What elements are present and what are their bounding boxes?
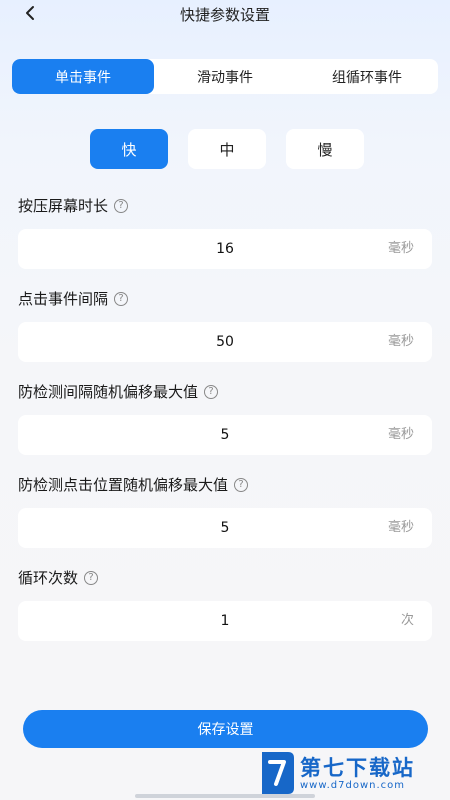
field-label-text: 防检测间隔随机偏移最大值 [18, 383, 199, 401]
position-offset-input[interactable] [18, 508, 432, 548]
click-interval-label: 点击事件间隔 ? [18, 288, 129, 309]
field-label-text: 点击事件间隔 [18, 290, 109, 308]
header-bar: 快捷参数设置 [0, 0, 450, 28]
field-label-text: 按压屏幕时长 [18, 197, 109, 215]
tab-swipe[interactable]: 滑动事件 [154, 59, 296, 94]
position-offset-label: 防检测点击位置随机偏移最大值 ? [18, 474, 249, 495]
d7-logo-icon [262, 752, 294, 794]
tab-group-loop[interactable]: 组循环事件 [296, 59, 438, 94]
field-unit: 毫秒 [387, 241, 414, 256]
loop-count-field: 次 [18, 601, 432, 641]
interval-offset-input[interactable] [18, 415, 432, 455]
speed-fast-button[interactable]: 快 [90, 129, 168, 169]
event-type-tabs: 单击事件 滑动事件 组循环事件 [12, 59, 438, 94]
site-watermark: 第七下载站 www.d7down.com [258, 748, 448, 798]
field-unit: 毫秒 [387, 520, 414, 535]
click-interval-input[interactable] [18, 322, 432, 362]
loop-count-input[interactable] [18, 601, 432, 641]
page-title: 快捷参数设置 [179, 6, 270, 24]
field-unit: 毫秒 [387, 334, 414, 349]
save-settings-button[interactable]: 保存设置 [23, 710, 428, 748]
field-unit: 毫秒 [387, 427, 414, 442]
press-duration-label: 按压屏幕时长 ? [18, 195, 129, 216]
interval-offset-field: 毫秒 [18, 415, 432, 455]
help-icon[interactable]: ? [84, 570, 99, 585]
help-icon[interactable]: ? [114, 291, 129, 306]
help-icon[interactable]: ? [114, 198, 129, 213]
help-icon[interactable]: ? [204, 384, 219, 399]
speed-slow-button[interactable]: 慢 [286, 129, 364, 169]
field-label-text: 循环次数 [18, 569, 79, 587]
watermark-title: 第七下载站 [300, 755, 415, 780]
tab-single-click[interactable]: 单击事件 [12, 59, 154, 94]
speed-medium-button[interactable]: 中 [188, 129, 266, 169]
watermark-url: www.d7down.com [300, 779, 406, 791]
speed-selector: 快 中 慢 [90, 129, 364, 169]
press-duration-input[interactable] [18, 229, 432, 269]
field-unit: 次 [400, 613, 414, 628]
interval-offset-label: 防检测间隔随机偏移最大值 ? [18, 381, 219, 402]
home-indicator [135, 794, 315, 798]
help-icon[interactable]: ? [234, 477, 249, 492]
loop-count-label: 循环次数 ? [18, 567, 99, 588]
position-offset-field: 毫秒 [18, 508, 432, 548]
press-duration-field: 毫秒 [18, 229, 432, 269]
click-interval-field: 毫秒 [18, 322, 432, 362]
field-label-text: 防检测点击位置随机偏移最大值 [18, 476, 229, 494]
